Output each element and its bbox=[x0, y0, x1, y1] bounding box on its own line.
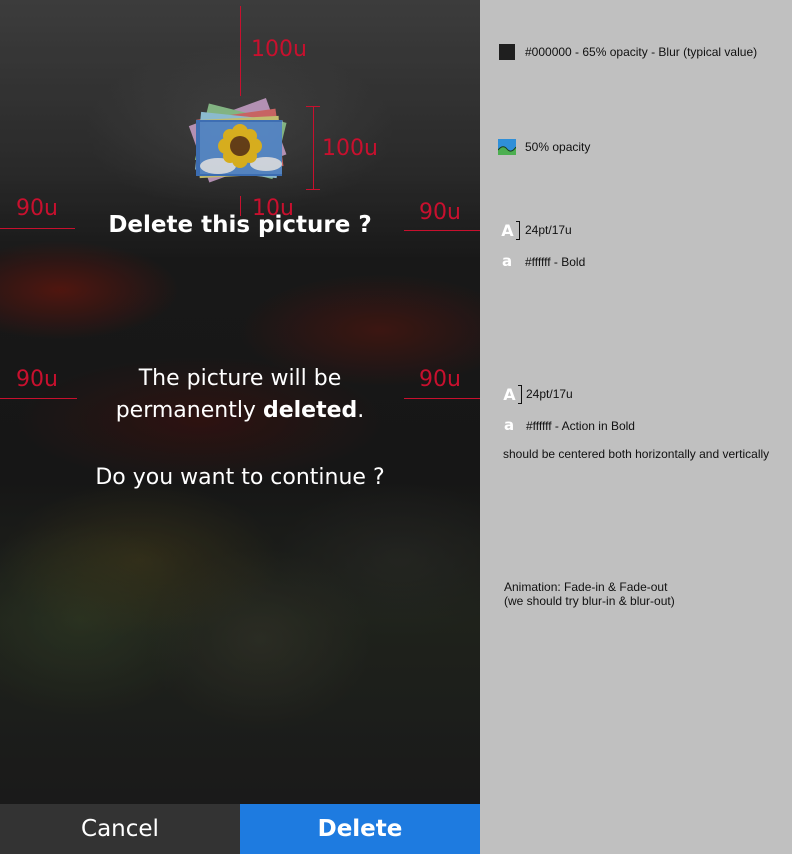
spec-notes-panel: #000000 - 65% opacity - Blur (typical va… bbox=[480, 0, 792, 854]
top-spacing-line bbox=[240, 6, 241, 96]
body-size-note: 24pt/17u bbox=[526, 387, 573, 401]
icon-opacity-note: 50% opacity bbox=[525, 140, 591, 154]
icon-size-line bbox=[313, 106, 314, 190]
image-thumbnail-icon bbox=[497, 139, 517, 155]
title-size-note: 24pt/17u bbox=[525, 223, 572, 237]
dialog-title: Delete this picture ? bbox=[108, 212, 372, 238]
photo-stack-icon bbox=[188, 98, 290, 190]
body-alignment-note: should be centered both horizontally and… bbox=[503, 447, 770, 461]
icon-size-tick-top bbox=[306, 106, 320, 107]
dialog-footer: Cancel Delete bbox=[0, 804, 480, 854]
black-swatch-icon bbox=[499, 44, 515, 60]
dialog-message-suffix: . bbox=[357, 398, 365, 423]
icon-size-tick-bottom bbox=[306, 189, 320, 190]
title-style-note: #ffffff - Bold bbox=[525, 255, 586, 269]
cancel-button[interactable]: Cancel bbox=[0, 804, 240, 854]
font-size-glyph-icon: A bbox=[503, 385, 522, 404]
top-spacing-label: 100u bbox=[251, 37, 307, 62]
dialog-message-line1: The picture will be bbox=[138, 366, 342, 391]
dialog-message: The picture will be permanently deleted. bbox=[60, 363, 420, 427]
animation-note-line1: Animation: Fade-in & Fade-out bbox=[504, 580, 668, 594]
dialog-message-prefix: permanently bbox=[115, 398, 263, 423]
delete-button[interactable]: Delete bbox=[240, 804, 480, 854]
body-style-note: #ffffff - Action in Bold bbox=[526, 419, 635, 433]
font-size-glyph-icon: A bbox=[501, 221, 520, 240]
icon-size-label: 100u bbox=[322, 136, 378, 161]
font-style-glyph-icon: a bbox=[503, 416, 515, 434]
dialog-message-bold: deleted bbox=[262, 398, 358, 423]
font-style-glyph-icon: a bbox=[501, 252, 513, 270]
animation-note-line2: (we should try blur-in & blur-out) bbox=[504, 594, 675, 608]
overlay-spec-note: #000000 - 65% opacity - Blur (typical va… bbox=[525, 45, 758, 59]
dialog-mockup: 100u 100u 10u 90u 90u 90u 90u Delete thi… bbox=[0, 0, 480, 854]
body-margin-right-label: 90u bbox=[419, 367, 461, 392]
dialog-message-line2: permanently deleted. bbox=[60, 395, 420, 427]
dialog-question: Do you want to continue ? bbox=[95, 465, 385, 490]
body-margin-left-label: 90u bbox=[16, 367, 58, 392]
